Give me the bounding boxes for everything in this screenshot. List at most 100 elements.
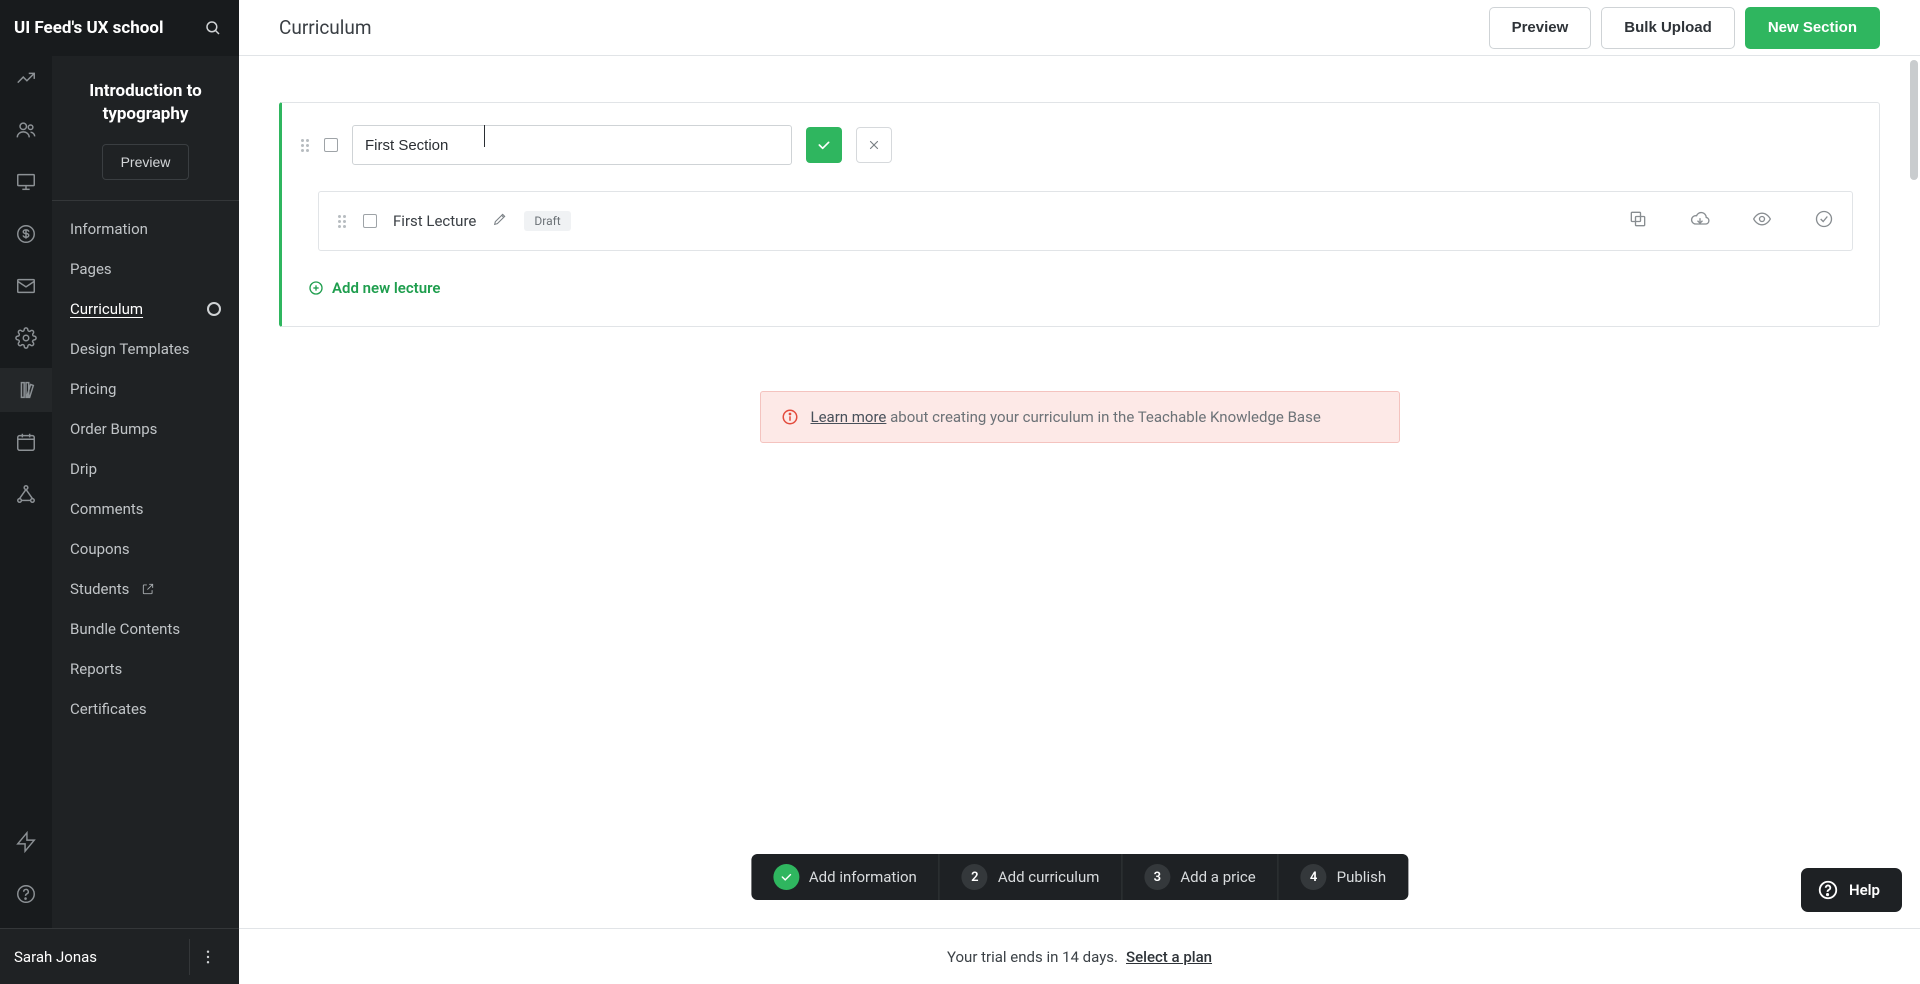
bulk-upload-button[interactable]: Bulk Upload bbox=[1601, 7, 1735, 49]
sidebar: Introduction to typography Preview Infor… bbox=[52, 0, 239, 984]
lecture-checkbox[interactable] bbox=[363, 214, 377, 228]
sidebar-item-label: Reports bbox=[70, 660, 122, 678]
preview-button[interactable]: Preview bbox=[1489, 7, 1592, 49]
sidebar-item-certificates[interactable]: Certificates bbox=[52, 689, 239, 729]
drag-handle-icon[interactable] bbox=[300, 139, 310, 152]
sidebar-item-comments[interactable]: Comments bbox=[52, 489, 239, 529]
section-card: First Lecture Draft bbox=[279, 102, 1880, 327]
status-badge: Draft bbox=[524, 211, 570, 231]
confirm-section-button[interactable] bbox=[806, 127, 842, 163]
topbar-actions: Preview Bulk Upload New Section bbox=[1489, 7, 1880, 49]
users-icon bbox=[15, 119, 37, 141]
add-lecture-label: Add new lecture bbox=[332, 279, 440, 297]
sidebar-item-information[interactable]: Information bbox=[52, 209, 239, 249]
sidebar-item-pages[interactable]: Pages bbox=[52, 249, 239, 289]
lecture-row[interactable]: First Lecture Draft bbox=[318, 191, 1853, 251]
pencil-icon bbox=[492, 211, 508, 227]
rail-integrations[interactable] bbox=[0, 472, 52, 516]
step-add-information[interactable]: Add information bbox=[751, 854, 940, 900]
sidebar-item-label: Pages bbox=[70, 260, 112, 278]
rail-site[interactable] bbox=[0, 160, 52, 204]
network-icon bbox=[15, 483, 37, 505]
section-name-input[interactable] bbox=[352, 125, 792, 165]
course-title: Introduction to typography bbox=[70, 80, 221, 126]
banner-rest: about creating your curriculum in the Te… bbox=[886, 408, 1320, 426]
sidebar-item-label: Pricing bbox=[70, 380, 116, 398]
rail-calendar[interactable] bbox=[0, 420, 52, 464]
sidebar-item-design-templates[interactable]: Design Templates bbox=[52, 329, 239, 369]
sidebar-item-coupons[interactable]: Coupons bbox=[52, 529, 239, 569]
main: Curriculum Preview Bulk Upload New Secti… bbox=[239, 0, 1920, 984]
rail-dashboard[interactable] bbox=[0, 56, 52, 100]
duplicate-button[interactable] bbox=[1628, 209, 1648, 233]
sidebar-item-label: Order Bumps bbox=[70, 420, 157, 438]
sidebar-item-reports[interactable]: Reports bbox=[52, 649, 239, 689]
sidebar-item-label: Drip bbox=[70, 460, 97, 478]
select-plan-link[interactable]: Select a plan bbox=[1126, 948, 1212, 966]
help-circle-icon bbox=[1817, 879, 1839, 901]
rail-settings[interactable] bbox=[0, 316, 52, 360]
download-button[interactable] bbox=[1690, 209, 1710, 233]
cloud-download-icon bbox=[1690, 209, 1710, 229]
trial-bar: Your trial ends in 14 days. Select a pla… bbox=[239, 928, 1920, 984]
drag-handle-icon[interactable] bbox=[337, 215, 347, 228]
scrollbar[interactable] bbox=[1910, 56, 1918, 984]
rename-lecture-button[interactable] bbox=[492, 211, 508, 231]
search-button[interactable] bbox=[201, 16, 225, 40]
sidebar-item-label: Comments bbox=[70, 500, 144, 518]
rail-courses[interactable] bbox=[0, 368, 52, 412]
sidebar-item-curriculum[interactable]: Curriculum bbox=[52, 289, 239, 329]
sidebar-item-label: Certificates bbox=[70, 700, 147, 718]
sidebar-item-label: Information bbox=[70, 220, 148, 238]
sidebar-item-order-bumps[interactable]: Order Bumps bbox=[52, 409, 239, 449]
step-add-curriculum[interactable]: 2 Add curriculum bbox=[940, 854, 1123, 900]
step-publish[interactable]: 4 Publish bbox=[1279, 854, 1408, 900]
add-lecture-button[interactable]: Add new lecture bbox=[300, 279, 440, 297]
lecture-actions bbox=[1628, 209, 1834, 233]
sidebar-item-label: Students bbox=[70, 580, 129, 598]
sidebar-item-pricing[interactable]: Pricing bbox=[52, 369, 239, 409]
learn-more-link[interactable]: Learn more bbox=[811, 408, 887, 426]
nav-rail bbox=[0, 0, 52, 984]
scrollbar-thumb[interactable] bbox=[1910, 60, 1918, 180]
gear-icon bbox=[15, 327, 37, 349]
banner-text: Learn more about creating your curriculu… bbox=[811, 408, 1321, 426]
sidebar-nav: Information Pages Curriculum Design Temp… bbox=[52, 201, 239, 984]
help-circle-icon bbox=[15, 883, 37, 905]
publish-button[interactable] bbox=[1814, 209, 1834, 233]
section-checkbox[interactable] bbox=[324, 138, 338, 152]
content: First Lecture Draft bbox=[239, 56, 1920, 984]
step-label: Publish bbox=[1337, 868, 1386, 886]
rail-users[interactable] bbox=[0, 108, 52, 152]
cancel-section-button[interactable] bbox=[856, 127, 892, 163]
new-section-button[interactable]: New Section bbox=[1745, 7, 1880, 49]
sidebar-item-label: Coupons bbox=[70, 540, 130, 558]
visibility-button[interactable] bbox=[1752, 209, 1772, 233]
sidebar-item-label: Curriculum bbox=[70, 300, 143, 318]
sidebar-item-bundle-contents[interactable]: Bundle Contents bbox=[52, 609, 239, 649]
info-banner: Learn more about creating your curriculu… bbox=[760, 391, 1400, 443]
help-button[interactable]: Help bbox=[1801, 868, 1902, 912]
sidebar-item-label: Design Templates bbox=[70, 340, 190, 358]
rail-power[interactable] bbox=[0, 820, 52, 864]
plus-circle-icon bbox=[308, 280, 324, 296]
search-icon bbox=[204, 19, 222, 37]
brand-strip: UI Feed's UX school bbox=[0, 0, 239, 56]
rail-help[interactable] bbox=[0, 872, 52, 916]
external-link-icon bbox=[141, 582, 155, 596]
rail-emails[interactable] bbox=[0, 264, 52, 308]
user-menu-button[interactable] bbox=[189, 939, 225, 975]
eye-icon bbox=[1752, 209, 1772, 229]
layers-icon bbox=[15, 379, 37, 401]
step-check-icon bbox=[773, 864, 799, 890]
trial-message: Your trial ends in 14 days. bbox=[947, 948, 1118, 966]
sidebar-item-students[interactable]: Students bbox=[52, 569, 239, 609]
close-icon bbox=[867, 138, 881, 152]
calendar-icon bbox=[15, 431, 37, 453]
rail-sales[interactable] bbox=[0, 212, 52, 256]
sidebar-preview-button[interactable]: Preview bbox=[102, 144, 190, 180]
step-add-price[interactable]: 3 Add a price bbox=[1122, 854, 1278, 900]
topbar: Curriculum Preview Bulk Upload New Secti… bbox=[239, 0, 1920, 56]
sidebar-item-drip[interactable]: Drip bbox=[52, 449, 239, 489]
progress-stepper: Add information 2 Add curriculum 3 Add a… bbox=[751, 854, 1408, 900]
